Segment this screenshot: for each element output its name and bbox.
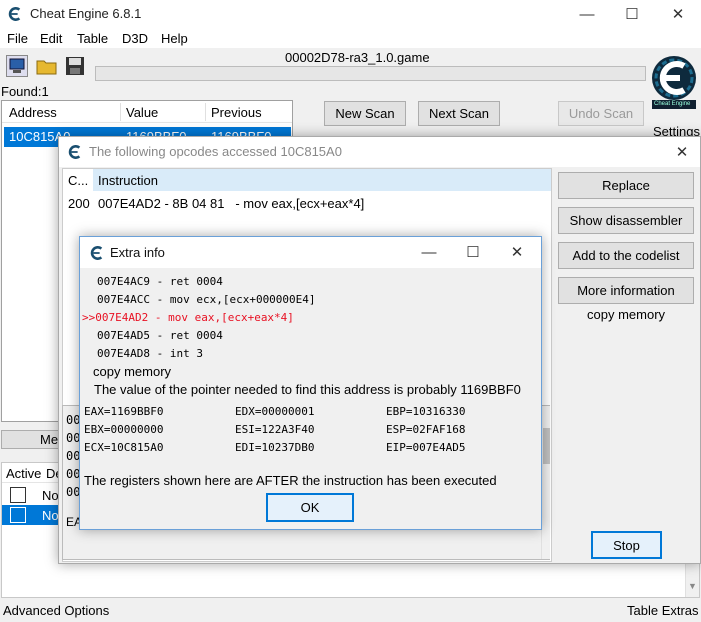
stop-button[interactable]: Stop [591,531,662,559]
code-line-text: 007E4AC9 - ret 0004 [97,275,223,288]
code-line: 007E4AD8 - int 3 [82,345,532,363]
menu-table[interactable]: Table [77,31,108,46]
advanced-options-link[interactable]: Advanced Options [3,603,109,618]
opcode-count: 200 [68,196,90,211]
current-line-marker: >> [82,311,96,324]
new-scan-button[interactable]: New Scan [324,101,406,126]
cheat-engine-logo[interactable]: Cheat Engine [648,50,700,120]
code-line-text: 007E4AD8 - int 3 [97,347,203,360]
menu-d3d[interactable]: D3D [122,31,148,46]
floppy-disk-icon [66,57,84,75]
table-extras-link[interactable]: Table Extras [627,603,699,618]
column-count[interactable]: C... [68,173,88,188]
code-listing: 007E4AC9 - ret 0004 007E4ACC - mov ecx,[… [82,273,532,363]
active-checkbox[interactable] [10,487,26,503]
logo-caption: Cheat Engine [654,101,691,107]
maximize-button[interactable]: ☐ [451,238,495,266]
opcode-row[interactable]: 200 007E4AD2 - 8B 04 81 - mov eax,[ecx+e… [63,192,551,214]
row-description: No [42,488,59,503]
register-edx: EDX=00000001 [235,405,315,418]
column-address[interactable]: Address [9,105,57,120]
register-eip: EIP=007E4AD5 [386,441,466,454]
row-description: No [42,508,59,523]
register-ebp: EBP=10316330 [386,405,466,418]
opcodes-window-title: The following opcodes accessed 10C815A0 [89,144,342,159]
code-line-text: 007E4AD5 - ret 0004 [97,329,223,342]
next-scan-button[interactable]: Next Scan [418,101,500,126]
open-process-button[interactable] [6,55,28,77]
pointer-info-text: The value of the pointer needed to find … [94,382,521,397]
menu-file[interactable]: File [7,31,28,46]
memory-view-label: Me [40,432,59,447]
register-ecx: ECX=10C815A0 [84,441,164,454]
main-window-title: Cheat Engine 6.8.1 [30,6,142,21]
code-line: 007E4AD5 - ret 0004 [82,327,532,345]
more-information-button[interactable]: More information [558,277,694,304]
scan-progress-bar [95,66,646,81]
extra-info-titlebar: Extra info — ☐ ✕ [80,237,541,268]
menu-help[interactable]: Help [161,31,188,46]
folder-icon [36,60,57,75]
registers-grid: EAX=1169BBF0 EDX=00000001 EBP=10316330 E… [84,403,524,457]
register-scrollbar[interactable] [541,406,550,559]
add-to-codelist-button[interactable]: Add to the codelist [558,242,694,269]
opcode-instruction: 007E4AD2 - 8B 04 81 - mov eax,[ecx+eax*4… [98,196,365,211]
menu-bar: File Edit Table D3D Help [0,29,701,48]
maximize-button[interactable]: ☐ [610,0,654,28]
register-esp: ESP=02FAF168 [386,423,466,436]
column-active[interactable]: Active [6,466,41,481]
code-line: 007E4AC9 - ret 0004 [82,273,532,291]
undo-scan-button[interactable]: Undo Scan [558,101,644,126]
copy-memory-link[interactable]: copy memory [587,307,665,322]
register-esi: ESI=122A3F40 [235,423,315,436]
computer-icon [9,58,25,73]
minimize-button[interactable]: — [565,0,609,28]
column-value[interactable]: Value [126,105,158,120]
menu-edit[interactable]: Edit [40,31,62,46]
column-previous[interactable]: Previous [211,105,262,120]
address-list-header: Address Value Previous [2,101,292,123]
cheat-engine-icon [90,246,103,260]
code-line-text: 007E4ACC - mov ecx,[ecx+000000E4] [97,293,316,306]
column-instruction: Instruction [98,173,158,188]
close-button[interactable]: ✕ [495,238,539,266]
main-titlebar: Cheat Engine 6.8.1 — ☐ ✕ [0,0,701,29]
close-button[interactable]: ✕ [664,138,700,166]
ok-button[interactable]: OK [266,493,354,522]
copy-memory-link[interactable]: copy memory [93,364,171,379]
code-line-current: >>007E4AD2 - mov eax,[ecx+eax*4] [82,309,532,327]
column-instruction-header[interactable]: Instruction [93,169,551,191]
found-label: Found:1 [1,84,49,99]
replace-button[interactable]: Replace [558,172,694,199]
register-ebx: EBX=00000000 [84,423,164,436]
open-file-button[interactable] [35,55,59,77]
close-button[interactable]: ✕ [656,0,700,28]
opcodes-list-header: C... Instruction [63,169,551,191]
extra-info-title: Extra info [110,245,165,260]
cheat-engine-icon [68,145,81,159]
extra-info-dialog: Extra info — ☐ ✕ 007E4AC9 - ret 0004 007… [79,236,542,530]
minimize-button[interactable]: — [407,238,451,266]
save-button[interactable] [64,55,86,77]
show-disassembler-button[interactable]: Show disassembler [558,207,694,234]
code-line: 007E4ACC - mov ecx,[ecx+000000E4] [82,291,532,309]
cheat-engine-icon [8,7,21,21]
scroll-down-icon[interactable]: ▼ [688,581,697,591]
process-name: 00002D78-ra3_1.0.game [285,50,430,65]
registers-note: The registers shown here are AFTER the i… [84,473,497,488]
register-edi: EDI=10237DB0 [235,441,315,454]
register-eax: EAX=1169BBF0 [84,405,164,418]
code-line-text: 007E4AD2 - mov eax,[ecx+eax*4] [95,311,294,324]
active-checkbox[interactable] [10,507,26,523]
opcodes-titlebar: The following opcodes accessed 10C815A0 … [59,137,700,167]
